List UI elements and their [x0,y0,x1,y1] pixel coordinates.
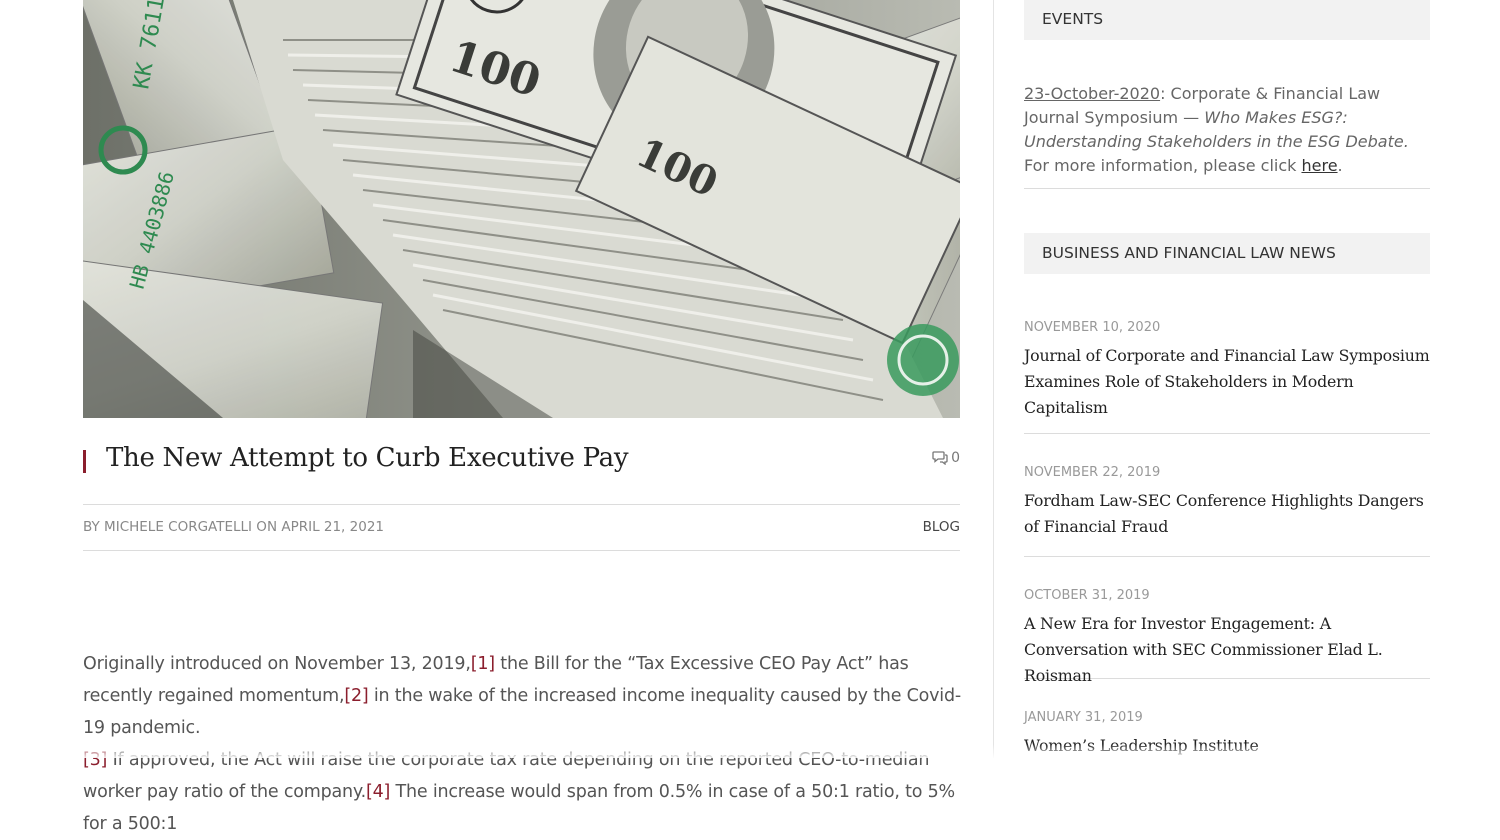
post-meta: BY MICHELE CORGATELLI ON APRIL 21, 2021 … [83,504,960,551]
column-divider [993,0,994,758]
money-photo-illustration: 100 100 100 KK 7611 HB 4403886 [83,0,960,418]
event-date-link[interactable]: 23-October-2020 [1024,84,1160,103]
news-date: JANUARY 31, 2019 [1024,710,1143,725]
post-byline: BY MICHELE CORGATELLI ON APRIL 21, 2021 [83,519,384,535]
events-widget-body: 23-October-2020: Corporate & Financial L… [1024,82,1430,189]
news-date: NOVEMBER 10, 2020 [1024,320,1161,335]
bottom-fade [0,744,1500,758]
footnote-link-1[interactable]: [1] [471,654,495,674]
news-title-link[interactable]: Journal of Corporate and Financial Law S… [1024,343,1430,421]
news-list-item: JANUARY 31, 2019 Women’s Leadership Inst… [1024,710,1430,770]
news-date: OCTOBER 31, 2019 [1024,588,1150,603]
comment-count: 0 [951,450,960,466]
footnote-link-4[interactable]: [4] [366,782,390,802]
event-text: For more information, please click [1024,156,1302,175]
event-text: . [1337,156,1343,175]
comments-icon [932,451,948,465]
news-title-link[interactable]: Fordham Law-SEC Conference Highlights Da… [1024,488,1430,540]
news-list-item: NOVEMBER 22, 2019 Fordham Law-SEC Confer… [1024,465,1430,557]
news-widget-heading: BUSINESS AND FINANCIAL LAW NEWS [1024,233,1430,274]
news-date: NOVEMBER 22, 2019 [1024,465,1161,480]
news-list-item: NOVEMBER 10, 2020 Journal of Corporate a… [1024,320,1430,434]
post-header: The New Attempt to Curb Executive Pay 0 [83,440,960,480]
category-link[interactable]: BLOG [923,519,960,535]
news-title-link[interactable]: A New Era for Investor Engagement: A Con… [1024,611,1430,689]
body-text-segment: Originally introduced on November 13, 20… [83,654,471,674]
event-more-info-link[interactable]: here [1301,156,1337,175]
events-widget-heading: EVENTS [1024,0,1430,40]
comments-link[interactable]: 0 [932,450,960,466]
news-list-item: OCTOBER 31, 2019 A New Era for Investor … [1024,588,1430,685]
featured-image[interactable]: 100 100 100 KK 7611 HB 4403886 [83,0,960,418]
footnote-link-2[interactable]: [2] [344,686,368,706]
post-title[interactable]: The New Attempt to Curb Executive Pay [106,443,629,473]
title-accent-bar [83,450,86,473]
